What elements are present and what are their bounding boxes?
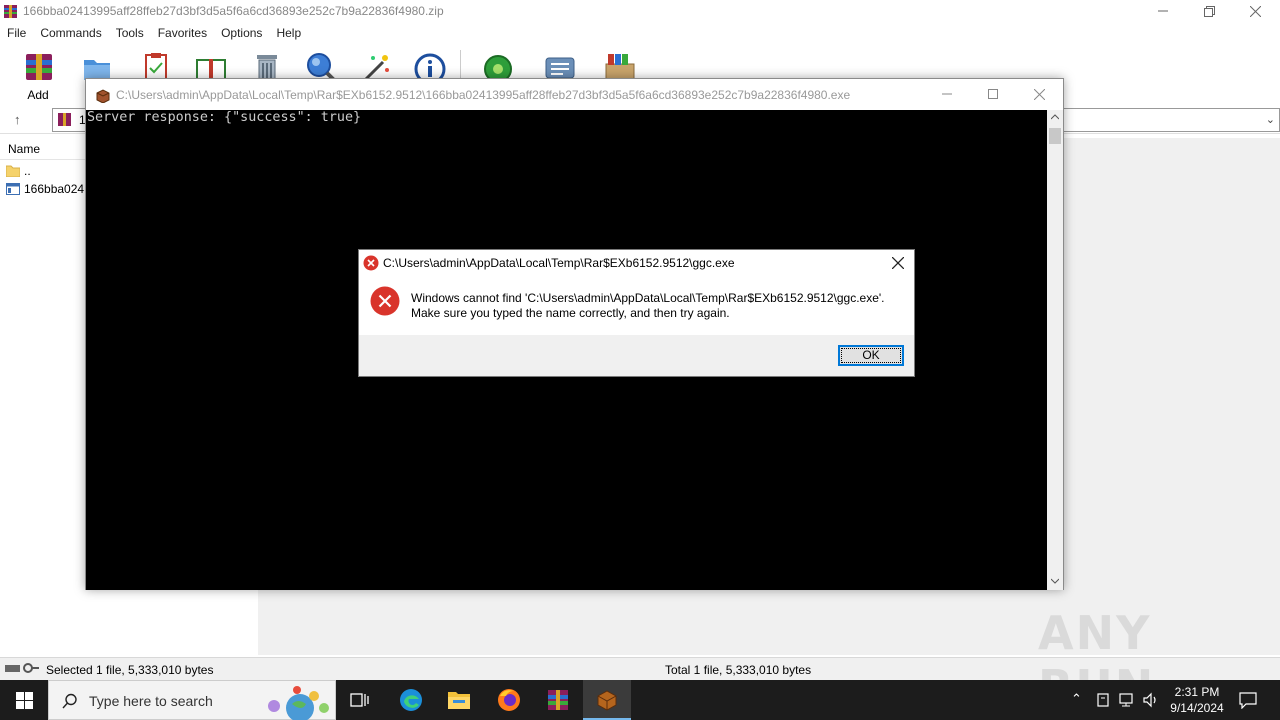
taskbar: Type here to search ⌃ 2:31 PM 9/14/2024 [0,680,1280,720]
minimize-icon [1158,10,1168,12]
minimize-button[interactable] [1140,0,1186,22]
winrar-titlebar: 166bba02413995aff28ffeb27d3bf3d5a5f6a6cd… [0,0,1280,22]
exe-file-icon [6,183,20,195]
windows-logo-icon [15,691,33,709]
maximize-icon [988,89,998,99]
file-explorer-icon [448,692,470,709]
console-app-taskbar-icon [597,690,617,711]
console-titlebar: C:\Users\admin\AppData\Local\Temp\Rar$EX… [86,79,1063,109]
clock-date: 9/14/2024 [1170,701,1224,715]
console-close-button[interactable] [1016,83,1062,105]
list-item[interactable]: 166bba02413 [6,180,97,198]
taskbar-firefox[interactable] [485,680,533,720]
console-scrollbar[interactable] [1047,110,1063,590]
minimize-icon [942,93,952,95]
edge-icon [400,689,422,711]
dialog-footer: OK [359,335,914,376]
taskbar-search-box[interactable]: Type here to search [48,680,336,720]
network-device-icon[interactable] [1096,692,1110,708]
list-item-name: .. [24,164,31,178]
toolbar-add-label: Add [27,88,49,102]
ok-button[interactable]: OK [838,345,904,366]
chevron-up-icon[interactable] [1051,114,1059,120]
task-view-button[interactable] [336,680,384,720]
taskbar-clock[interactable]: 2:31 PM 9/14/2024 [1166,684,1228,716]
menu-options[interactable]: Options [214,23,269,43]
menu-file[interactable]: File [0,23,33,43]
key-icon [23,663,39,673]
dialog-close-button[interactable] [882,250,914,276]
winrar-window-title: 166bba02413995aff28ffeb27d3bf3d5a5f6a6cd… [23,4,444,18]
taskbar-console-app[interactable] [583,680,631,720]
search-icon [62,693,77,709]
restore-icon [1203,5,1215,17]
close-icon [892,257,904,269]
menu-favorites[interactable]: Favorites [151,23,214,43]
volume-icon[interactable] [1143,692,1159,708]
network-icon[interactable] [1119,692,1135,708]
error-dialog: C:\Users\admin\AppData\Local\Temp\Rar$EX… [358,249,915,377]
archive-icon [58,113,71,126]
taskbar-winrar[interactable] [534,680,582,720]
restore-button[interactable] [1186,0,1232,22]
error-icon [370,286,400,316]
dialog-message-line2: Make sure you typed the name correctly, … [411,306,730,320]
show-hidden-icons-chevron-up-icon[interactable]: ⌃ [1071,691,1082,707]
clock-time: 2:31 PM [1174,685,1220,699]
status-selected: Selected 1 file, 5,333,010 bytes [46,663,214,677]
dialog-message-line1: Windows cannot find 'C:\Users\admin\AppD… [411,291,885,305]
start-button[interactable] [0,680,48,720]
chevron-down-icon[interactable]: ⌄ [1266,113,1275,126]
console-minimize-button[interactable] [924,83,970,105]
chevron-down-icon[interactable] [1051,578,1059,584]
winrar-taskbar-icon [548,690,568,710]
console-maximize-button[interactable] [970,83,1016,105]
console-window-title: C:\Users\admin\AppData\Local\Temp\Rar$EX… [116,88,851,102]
dialog-title: C:\Users\admin\AppData\Local\Temp\Rar$EX… [383,256,735,270]
taskbar-edge[interactable] [387,680,435,720]
console-app-icon [96,89,110,103]
close-icon [1249,5,1261,17]
up-folder-button[interactable]: ↑ [14,112,21,127]
search-placeholder: Type here to search [89,693,213,709]
drive-icon [5,665,20,672]
menu-commands[interactable]: Commands [33,23,108,43]
search-highlight-illustration-icon [268,686,329,720]
menu-help[interactable]: Help [269,23,308,43]
close-button[interactable] [1232,0,1278,22]
winrar-app-icon [4,5,17,18]
ok-button-label: OK [841,348,901,363]
console-output-line: Server response: {"success": true} [87,110,362,125]
list-item[interactable]: .. [6,162,31,180]
error-small-icon [363,255,379,271]
folder-icon [6,165,20,177]
add-archive-icon [26,54,52,80]
firefox-icon [498,689,520,711]
task-view-icon [350,693,369,707]
action-center-notification-icon[interactable] [1239,691,1257,709]
menu-tools[interactable]: Tools [109,23,151,43]
dialog-message: Windows cannot find 'C:\Users\admin\AppD… [411,291,885,321]
toolbar-add-button[interactable]: Add [15,48,61,102]
scrollbar-thumb[interactable] [1049,128,1061,144]
close-icon [1033,88,1045,100]
status-total: Total 1 file, 5,333,010 bytes [665,663,812,677]
taskbar-file-explorer[interactable] [435,680,483,720]
winrar-menubar: File Commands Tools Favorites Options He… [0,23,1280,43]
